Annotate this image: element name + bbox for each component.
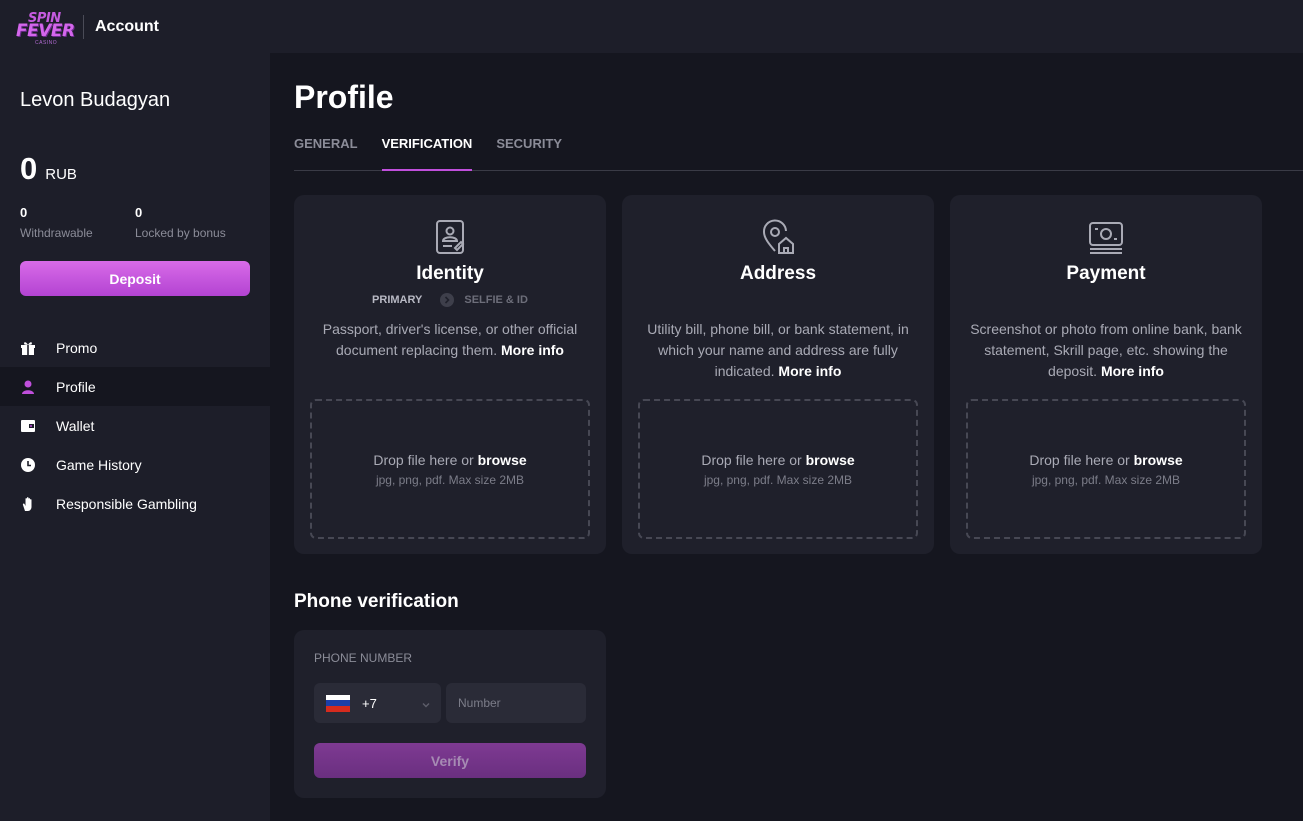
drop-text: Drop file here or browse [312,452,588,468]
browse-link[interactable]: browse [1134,452,1183,468]
balance: 0 RUB [20,151,77,187]
sidebar-item-responsible-gambling[interactable]: Responsible Gambling [0,484,270,523]
tab-general[interactable]: GENERAL [294,128,358,171]
drop-text: Drop file here or browse [968,452,1244,468]
card-title: Identity [416,263,484,284]
payment-icon [1086,217,1126,257]
address-file-dropzone[interactable]: Drop file here or browse jpg, png, pdf. … [638,399,918,539]
payment-card: Payment Screenshot or photo from online … [950,195,1262,554]
card-description: Screenshot or photo from online bank, ba… [968,319,1244,382]
sidebar-item-label: Responsible Gambling [56,495,197,512]
profile-tabs: GENERAL VERIFICATION SECURITY [294,128,1303,171]
casino-logo[interactable]: SPIN FEVER CASINO [14,7,75,47]
file-hint: jpg, png, pdf. Max size 2MB [703,473,853,487]
step-primary: PRIMARY [372,294,423,306]
dial-code: +7 [362,695,377,711]
drop-label: Drop file here or [373,452,474,468]
header-divider [83,14,84,39]
payment-file-dropzone[interactable]: Drop file here or browse jpg, png, pdf. … [966,399,1246,539]
logo-line-2: FEVER [16,20,75,41]
chevron-down-icon [421,697,431,715]
verify-button[interactable]: Verify [314,743,586,778]
sidebar-item-promo[interactable]: Promo [0,328,270,367]
identity-file-dropzone[interactable]: Drop file here or browse jpg, png, pdf. … [310,399,590,539]
page-title: Profile [294,79,394,115]
drop-label: Drop file here or [701,452,802,468]
russia-flag-icon [326,694,350,712]
drop-text: Drop file here or browse [640,452,916,468]
more-info-link[interactable]: More info [501,342,564,358]
sidebar-item-label: Promo [56,339,98,356]
card-title: Payment [1066,263,1146,284]
phone-number-label: PHONE NUMBER [314,651,413,665]
sidebar-item-profile[interactable]: Profile [0,367,270,406]
arrow-right-icon [440,293,455,307]
phone-verification-title: Phone verification [294,591,459,612]
balance-value: 0 [20,151,38,186]
tab-verification[interactable]: VERIFICATION [381,128,473,171]
file-hint: jpg, png, pdf. Max size 2MB [375,473,525,487]
top-bar: SPIN FEVER CASINO Account [0,0,1303,53]
more-info-link[interactable]: More info [778,363,841,379]
identity-card: Identity PRIMARY SELFIE & ID Passport, d… [294,195,606,554]
stat-value: 0 [135,205,143,220]
address-card: Address Utility bill, phone bill, or ban… [622,195,934,554]
step-selfie-id: SELFIE & ID [464,294,528,306]
sidebar-item-label: Profile [56,378,96,395]
clock-icon [20,457,36,473]
sidebar-nav: Promo Profile Wallet Game History Respon… [0,328,270,523]
stat-withdrawable: 0 Withdrawable [20,205,93,240]
wallet-icon [20,418,36,434]
drop-label: Drop file here or [1029,452,1130,468]
logo-line-3: CASINO [35,39,58,46]
card-description: Passport, driver's license, or other off… [312,319,588,361]
browse-link[interactable]: browse [806,452,855,468]
card-title: Address [739,263,817,284]
sidebar-item-game-history[interactable]: Game History [0,445,270,484]
hand-icon [20,496,36,512]
stat-label: Locked by bonus [135,226,226,240]
browse-link[interactable]: browse [478,452,527,468]
country-code-select[interactable]: +7 [314,683,441,723]
sidebar-item-label: Wallet [56,417,95,434]
identity-steps: PRIMARY SELFIE & ID [294,293,606,307]
stat-value: 0 [20,205,28,220]
sidebar: Levon Budagyan 0 RUB 0 Withdrawable 0 Lo… [0,53,270,821]
stat-locked-by-bonus: 0 Locked by bonus [135,205,226,240]
location-home-icon [758,217,798,257]
sidebar-item-label: Game History [56,456,142,473]
gift-icon [20,340,36,356]
id-card-icon [430,217,470,257]
tab-security[interactable]: SECURITY [496,128,562,171]
balance-currency: RUB [45,166,77,183]
header-title: Account [95,17,159,35]
phone-number-input[interactable] [446,683,586,723]
deposit-button[interactable]: Deposit [20,261,250,296]
stat-label: Withdrawable [20,226,93,240]
file-hint: jpg, png, pdf. Max size 2MB [1031,473,1181,487]
more-info-link[interactable]: More info [1101,363,1164,379]
phone-verification-card: PHONE NUMBER +7 Verify [294,630,606,798]
user-name: Levon Budagyan [20,89,171,111]
user-icon [20,379,36,395]
card-description: Utility bill, phone bill, or bank statem… [640,319,916,382]
sidebar-item-wallet[interactable]: Wallet [0,406,270,445]
